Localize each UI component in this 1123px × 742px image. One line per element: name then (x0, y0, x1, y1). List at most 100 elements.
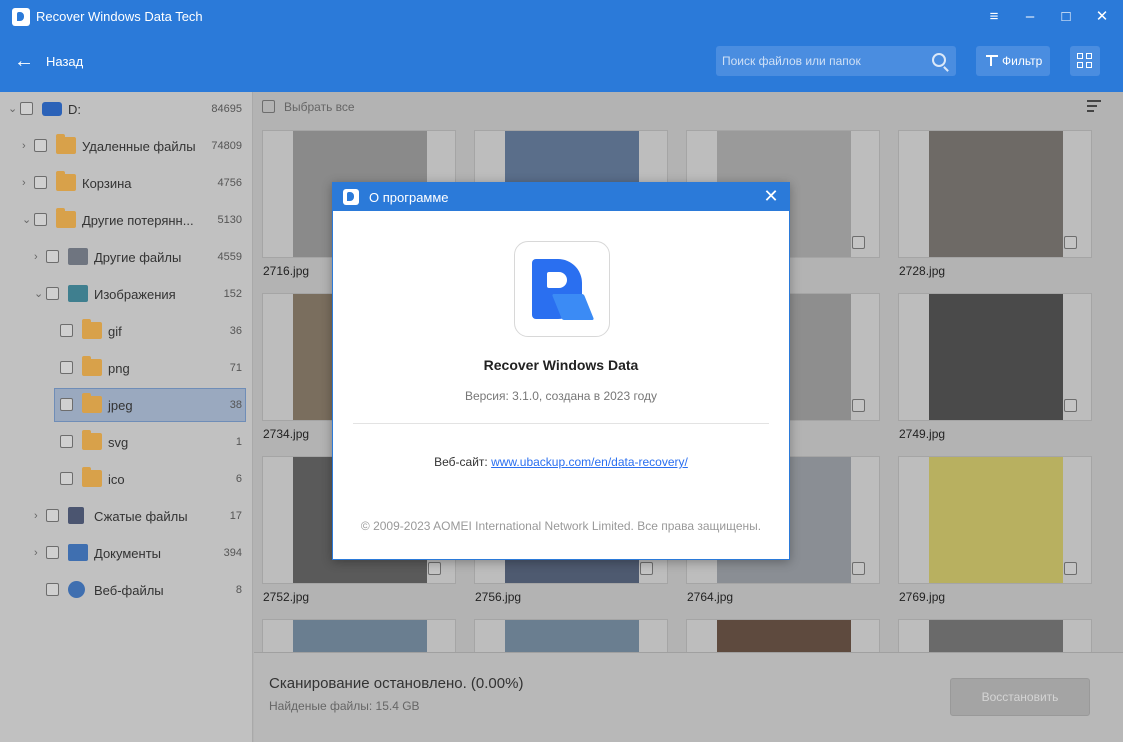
sidebar-item[interactable]: › Другие файлы 4559 (0, 240, 253, 274)
filter-button[interactable]: Фильтр (976, 46, 1050, 76)
file-name: 2728.jpg (899, 264, 946, 278)
sidebar-item[interactable]: gif 36 (0, 314, 253, 348)
sidebar-item[interactable]: ico 6 (0, 462, 253, 496)
file-checkbox[interactable] (852, 562, 865, 575)
file-card[interactable] (898, 456, 1092, 584)
sidebar-item-count: 5130 (217, 214, 242, 226)
item-checkbox[interactable] (20, 102, 33, 115)
lost-folder-icon (56, 208, 76, 228)
dialog-divider (353, 423, 769, 424)
back-arrow-icon[interactable]: ← (14, 51, 36, 71)
app-title: Recover Windows Data Tech (36, 9, 203, 24)
sidebar-item-label: ico (108, 472, 125, 487)
file-checkbox[interactable] (852, 236, 865, 249)
sidebar-item[interactable]: svg 1 (0, 425, 253, 459)
app-logo-icon (12, 8, 30, 26)
item-checkbox[interactable] (60, 361, 73, 374)
sidebar-item-count: 17 (229, 510, 242, 522)
sidebar-item-label: jpeg (108, 398, 133, 413)
file-name: 2756.jpg (475, 590, 522, 604)
chevron-right-icon[interactable]: › (22, 176, 32, 190)
sidebar-item[interactable]: ⌄ D: 84695 (0, 92, 253, 126)
sidebar-item[interactable]: jpeg 38 (0, 388, 253, 422)
file-checkbox[interactable] (1064, 562, 1077, 575)
sidebar-item-label: svg (108, 435, 129, 450)
sidebar-item-label: gif (108, 324, 122, 339)
sidebar-item[interactable]: › Корзина 4756 (0, 166, 253, 200)
item-checkbox[interactable] (60, 324, 73, 337)
item-checkbox[interactable] (60, 472, 73, 485)
file-thumbnail (929, 131, 1063, 257)
product-version: Версия: 3.1.0, создана в 2023 году (464, 389, 658, 403)
file-name: 2764.jpg (687, 590, 734, 604)
sort-icon[interactable] (1087, 100, 1101, 112)
archive-icon (68, 507, 84, 524)
sidebar-item[interactable]: ⌄ Другие потерянн... 5130 (0, 203, 253, 237)
folder-icon (82, 393, 102, 413)
chevron-down-icon[interactable]: ⌄ (34, 287, 44, 301)
file-card[interactable] (898, 130, 1092, 258)
chevron-down-icon[interactable]: ⌄ (8, 102, 18, 116)
website-row: Веб-сайт: www.ubackup.com/en/data-recove… (333, 455, 789, 469)
sidebar-item[interactable]: ⌄ Изображения 152 (0, 277, 253, 311)
sidebar-item[interactable]: › Документы 394 (0, 536, 253, 570)
website-link[interactable]: www.ubackup.com/en/data-recovery/ (491, 455, 688, 469)
other-files-icon (68, 248, 88, 265)
nav-bar: ← Назад Поиск файлов или папок Фильтр (0, 34, 1123, 92)
chevron-down-icon[interactable]: ⌄ (22, 213, 32, 227)
sidebar-item[interactable]: › Удаленные файлы 74809 (0, 129, 253, 163)
view-toggle-button[interactable] (1070, 46, 1100, 76)
item-checkbox[interactable] (46, 250, 59, 263)
file-checkbox[interactable] (428, 562, 441, 575)
item-checkbox[interactable] (60, 435, 73, 448)
deleted-folder-icon (56, 134, 76, 154)
file-thumbnail (929, 294, 1063, 420)
sidebar-item-label: D: (68, 102, 81, 117)
images-icon (68, 285, 88, 302)
chevron-right-icon[interactable]: › (34, 546, 44, 560)
copyright-text: © 2009-2023 AOMEI International Network … (360, 519, 762, 533)
item-checkbox[interactable] (34, 139, 47, 152)
dialog-close-icon[interactable]: ✕ (761, 186, 781, 206)
about-dialog: О программе ✕ Recover Windows Data Верси… (332, 182, 790, 560)
menu-icon[interactable]: ≡ (983, 7, 1005, 27)
sidebar-item-label: Другие потерянн... (82, 213, 194, 228)
chevron-right-icon[interactable]: › (34, 509, 44, 523)
item-checkbox[interactable] (46, 509, 59, 522)
sidebar-item-label: Изображения (94, 287, 176, 302)
folder-icon (82, 430, 102, 450)
search-icon[interactable] (932, 53, 946, 67)
filter-icon (986, 55, 998, 67)
item-checkbox[interactable] (46, 287, 59, 300)
sidebar-item[interactable]: › Сжатые файлы 17 (0, 499, 253, 533)
close-icon[interactable]: ✕ (1091, 7, 1113, 27)
search-placeholder: Поиск файлов или папок (722, 54, 861, 68)
file-card[interactable] (898, 293, 1092, 421)
item-checkbox[interactable] (34, 176, 47, 189)
sidebar-item-count: 394 (223, 547, 242, 559)
sidebar-item-label: png (108, 361, 130, 376)
maximize-icon[interactable]: □ (1055, 7, 1077, 27)
select-all-label[interactable]: Выбрать все (284, 100, 355, 114)
filter-label: Фильтр (1002, 54, 1043, 68)
back-button[interactable]: Назад (46, 54, 83, 69)
sidebar-item[interactable]: Веб-файлы 8 (0, 573, 253, 607)
sidebar-item-count: 6 (235, 473, 242, 485)
file-checkbox[interactable] (640, 562, 653, 575)
minimize-icon[interactable]: – (1019, 7, 1041, 27)
sidebar-item-count: 74809 (211, 140, 242, 152)
file-checkbox[interactable] (1064, 399, 1077, 412)
item-checkbox[interactable] (34, 213, 47, 226)
item-checkbox[interactable] (46, 583, 59, 596)
file-checkbox[interactable] (852, 399, 865, 412)
chevron-right-icon[interactable]: › (22, 139, 32, 153)
item-checkbox[interactable] (60, 398, 73, 411)
chevron-right-icon[interactable]: › (34, 250, 44, 264)
sidebar-item[interactable]: png 71 (0, 351, 253, 385)
file-checkbox[interactable] (1064, 236, 1077, 249)
sidebar-item-count: 71 (229, 362, 242, 374)
select-all-checkbox[interactable] (262, 100, 275, 113)
search-input[interactable]: Поиск файлов или папок (716, 46, 956, 76)
restore-button[interactable]: Восстановить (950, 678, 1090, 716)
item-checkbox[interactable] (46, 546, 59, 559)
